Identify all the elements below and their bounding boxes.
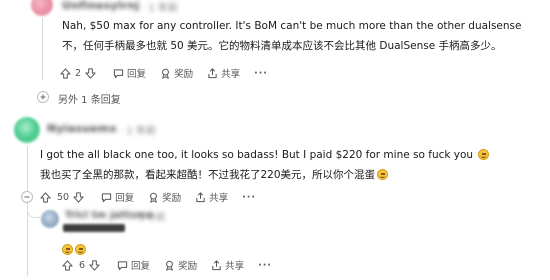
award-icon <box>166 260 174 271</box>
upvote-icon[interactable] <box>60 67 71 79</box>
award-icon <box>162 68 170 79</box>
comment-time: · 1 年前 <box>133 213 166 223</box>
upvote-icon[interactable] <box>40 191 51 203</box>
award-label: 奖励 <box>174 69 194 80</box>
share-icon <box>196 191 205 202</box>
avatar[interactable] <box>14 117 40 143</box>
downvote-icon[interactable] <box>73 191 84 203</box>
more-icon: ··· <box>254 67 268 79</box>
more-options-button[interactable]: ··· <box>242 192 256 203</box>
collapse-thread-button[interactable] <box>21 191 33 203</box>
comment-time: · 1 年前 <box>142 3 178 14</box>
vote-group: 50 <box>40 192 87 203</box>
reply-icon <box>113 68 124 78</box>
share-icon <box>208 67 217 78</box>
avatar[interactable] <box>41 210 59 228</box>
more-options-button[interactable]: ··· <box>254 68 268 79</box>
reply-icon <box>101 192 112 202</box>
award-label: 奖励 <box>178 261 198 272</box>
reply-label: 回复 <box>115 193 135 204</box>
comment-time: · 1 年前 <box>120 126 156 137</box>
award-label: 奖励 <box>162 193 182 204</box>
comment-text-en: I got the all black one too, it looks so… <box>40 146 490 164</box>
more-replies-link[interactable]: 另外 1 条回复 <box>58 91 121 106</box>
expand-replies-button[interactable] <box>37 91 49 103</box>
comment-text-en-content: I got the all black one too, it looks so… <box>40 149 474 161</box>
award-icon <box>150 192 158 203</box>
laughing-emoji-icon <box>478 149 490 160</box>
expand-icon <box>40 94 46 100</box>
more-icon: ··· <box>242 191 256 203</box>
reply-button[interactable]: 回复 <box>101 190 134 204</box>
comment-text-zh: 我也买了全黑的那款，看起来超酷！不过我花了220美元，所以你个混蛋 <box>40 166 389 184</box>
thread-line[interactable] <box>42 18 43 80</box>
reply-button[interactable]: 回复 <box>117 258 150 272</box>
comment-actions: 2 回复 奖励 共享 ··· <box>60 65 282 81</box>
share-button[interactable]: 共享 <box>207 66 240 80</box>
vote-count: 2 <box>75 67 82 79</box>
downvote-icon[interactable] <box>89 259 100 271</box>
comment-actions: 6 回复 奖励 共享 ··· <box>62 257 286 273</box>
collapse-icon <box>24 196 30 198</box>
award-button[interactable]: 奖励 <box>160 66 193 80</box>
share-label: 共享 <box>209 193 229 204</box>
vote-count: 6 <box>79 259 86 271</box>
vote-count: 50 <box>57 191 70 203</box>
more-options-button[interactable]: ··· <box>258 260 272 271</box>
laughing-emoji-icon <box>377 169 389 180</box>
share-button[interactable]: 共享 <box>211 258 244 272</box>
award-button[interactable]: 奖励 <box>164 258 197 272</box>
vote-group: 2 <box>60 68 99 79</box>
reply-connector <box>27 205 40 218</box>
reply-button[interactable]: 回复 <box>113 66 146 80</box>
reply-label: 回复 <box>131 261 151 272</box>
username[interactable]: Nyiasuemx <box>47 122 117 135</box>
share-label: 共享 <box>225 261 245 272</box>
laughing-emoji-icon <box>75 244 86 255</box>
award-button[interactable]: 奖励 <box>148 190 181 204</box>
share-label: 共享 <box>221 69 241 80</box>
upvote-icon[interactable] <box>62 259 73 271</box>
downvote-icon[interactable] <box>85 67 96 79</box>
comment-text-zh: 不，任何手柄最多也就 50 美元。它的物料清单成本应该不会比其他 DualSen… <box>62 40 502 52</box>
reply-icon <box>117 260 128 270</box>
share-icon <box>212 259 221 270</box>
share-button[interactable]: 共享 <box>195 190 228 204</box>
reply-emojis <box>62 238 86 257</box>
comment-actions: 50 回复 奖励 共享 ··· <box>40 189 270 205</box>
redacted-username <box>63 224 125 232</box>
avatar[interactable] <box>31 0 53 16</box>
comment-text-en: Nah, $50 max for any controller. It's Bo… <box>62 20 522 32</box>
username[interactable]: Unfinesylrnj <box>62 0 140 12</box>
more-icon: ··· <box>258 259 272 271</box>
laughing-emoji-icon <box>62 244 73 255</box>
reply-label: 回复 <box>127 69 147 80</box>
vote-group: 6 <box>62 260 103 271</box>
comment-text-zh-content: 我也买了全黑的那款，看起来超酷！不过我花了220美元，所以你个混蛋 <box>40 169 376 181</box>
